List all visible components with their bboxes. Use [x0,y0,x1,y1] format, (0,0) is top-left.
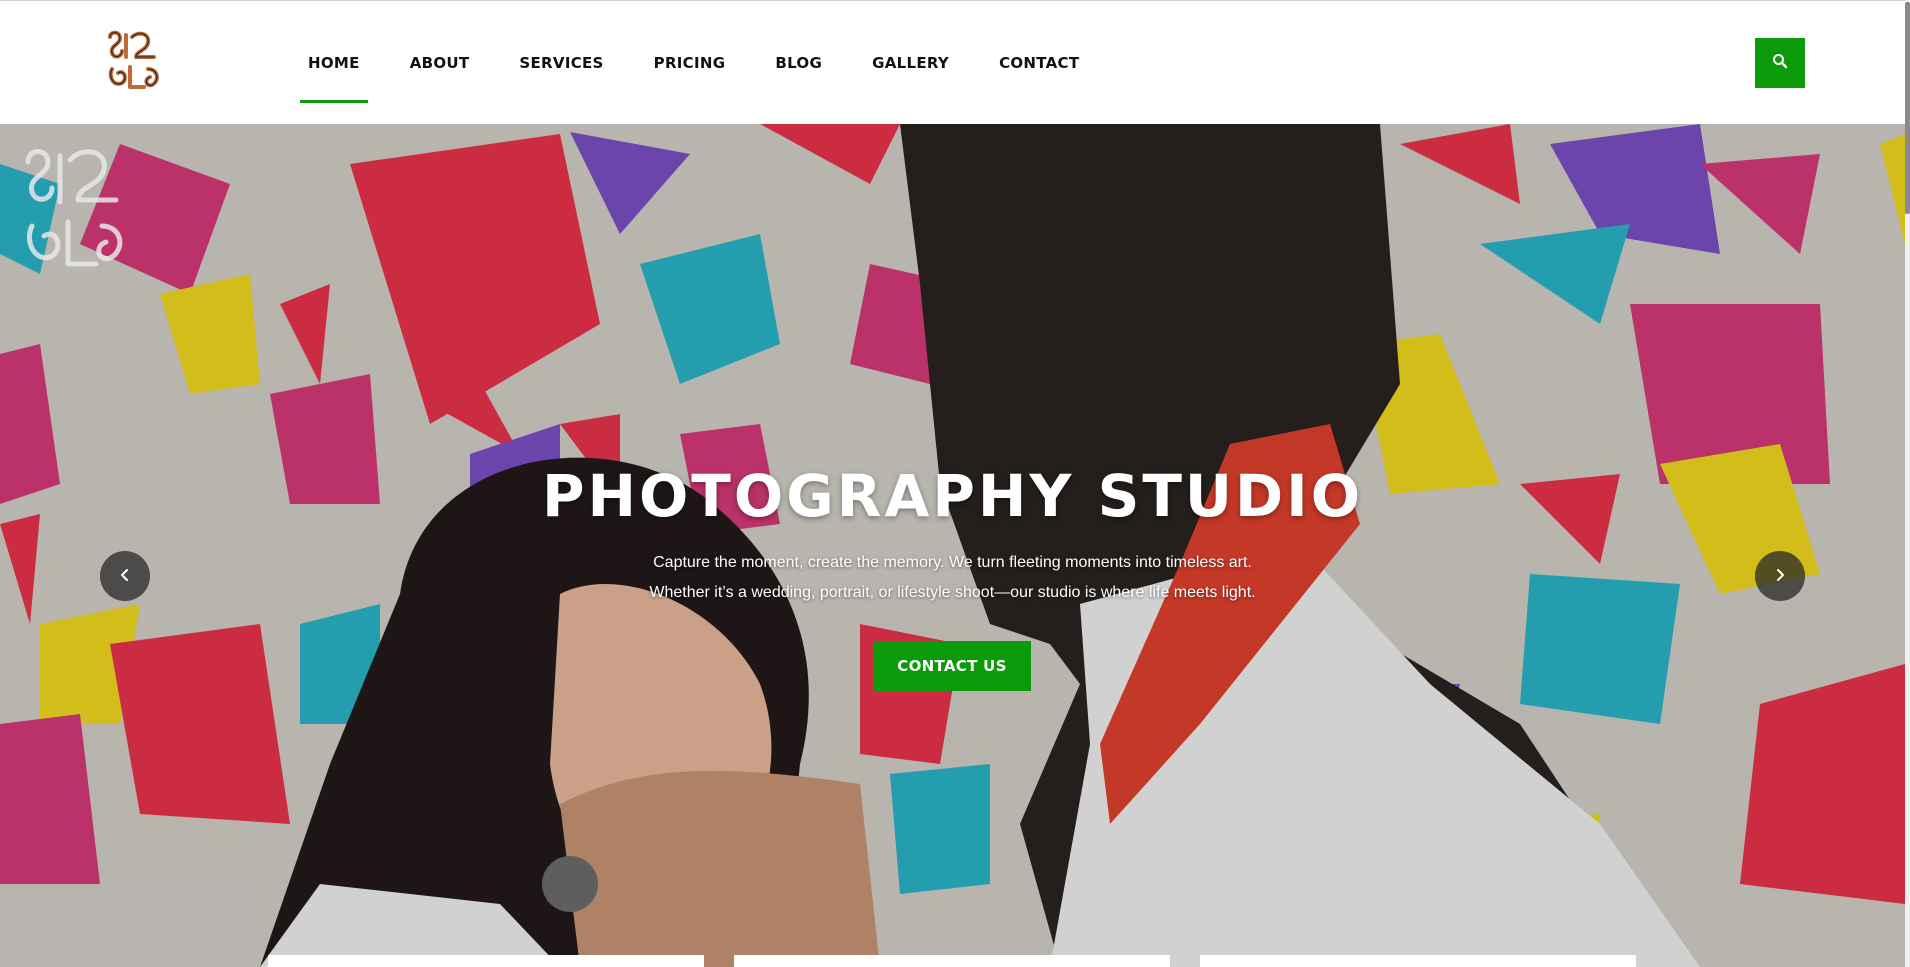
slider-next-button[interactable] [1755,551,1805,601]
page-scrollbar[interactable] [1905,0,1910,967]
hero-text-line-2: Whether it’s a wedding, portrait, or lif… [649,584,1256,601]
scrollbar-thumb[interactable] [1905,2,1910,214]
contact-us-button[interactable]: CONTACT US [873,641,1031,691]
feature-card [268,955,704,967]
nav-gallery[interactable]: GALLERY [872,1,949,125]
chevron-left-icon [119,567,131,586]
hero-title: PHOTOGRAPHY STUDIO [541,462,1364,530]
nav-about[interactable]: ABOUT [410,1,470,125]
hero-text-line-1: Capture the moment, create the memory. W… [653,554,1252,571]
slider-prev-button[interactable] [100,551,150,601]
nav-contact[interactable]: CONTACT [999,1,1079,125]
chevron-right-icon [1774,567,1786,586]
watermark-logo-icon [18,142,130,282]
nav-home[interactable]: HOME [300,1,368,125]
hero-slider: PHOTOGRAPHY STUDIO Capture the moment, c… [0,124,1905,967]
nav-pricing[interactable]: PRICING [654,1,726,125]
search-icon [1772,53,1788,73]
brand-logo-icon[interactable] [104,29,164,93]
search-button[interactable] [1755,38,1805,88]
nav-blog[interactable]: BLOG [775,1,822,125]
nav-services[interactable]: SERVICES [519,1,603,125]
site-header: HOME ABOUT SERVICES PRICING BLOG GALLERY… [0,0,1905,124]
hero-overlay [0,124,1905,967]
feature-card [1200,955,1636,967]
feature-card [734,955,1170,967]
main-nav: HOME ABOUT SERVICES PRICING BLOG GALLERY… [300,1,1129,125]
